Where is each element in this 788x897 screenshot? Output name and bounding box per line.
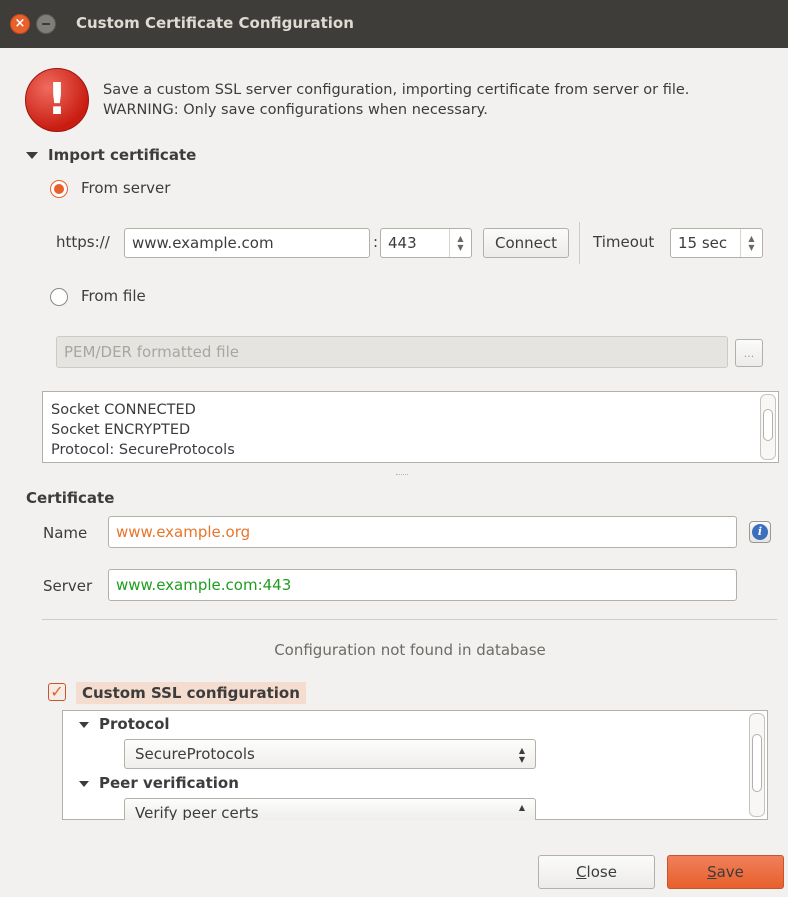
protocol-header: Protocol — [99, 715, 170, 733]
name-label: Name — [43, 524, 88, 542]
import-certificate-header: Import certificate — [48, 146, 197, 164]
window-title: Custom Certificate Configuration — [76, 14, 354, 32]
protocol-prefix: https:// — [56, 233, 110, 251]
connect-button[interactable]: Connect — [483, 228, 569, 258]
from-file-radio[interactable] — [50, 288, 68, 306]
close-button[interactable]: Close — [538, 855, 655, 889]
info-icon[interactable]: i — [749, 521, 771, 543]
close-label-rest: lose — [586, 863, 617, 881]
timeout-label: Timeout — [593, 233, 655, 251]
connection-log[interactable]: Socket CONNECTED Socket ENCRYPTED Protoc… — [42, 391, 779, 463]
save-label-rest: ave — [716, 863, 744, 881]
title-bar: × Custom Certificate Configuration — [0, 0, 788, 48]
ssl-options-tree[interactable]: Protocol SecureProtocols ▲ ▼ Peer verific… — [62, 710, 768, 820]
peer-verification-header: Peer verification — [99, 774, 239, 792]
close-mnemonic: C — [576, 863, 587, 881]
timeout-value: 15 sec — [678, 234, 728, 252]
host-input[interactable]: www.example.com — [124, 228, 370, 258]
collapse-triangle-icon — [26, 152, 38, 159]
splitter-handle[interactable] — [396, 474, 408, 477]
warning-line-1: Save a custom SSL server configuration, … — [103, 82, 690, 98]
import-certificate-toggle[interactable]: Import certificate — [26, 146, 196, 164]
from-server-radio[interactable] — [50, 180, 68, 198]
warning-line-2: WARNING: Only save configurations when n… — [103, 102, 488, 118]
certificate-header: Certificate — [26, 489, 115, 507]
server-input[interactable]: www.example.com:443 — [108, 569, 737, 601]
log-line: Socket ENCRYPTED — [51, 422, 191, 438]
tree-item-peer-verification[interactable]: Peer verification — [79, 774, 239, 792]
from-file-label: From file — [81, 287, 146, 305]
name-input[interactable]: www.example.org — [108, 516, 737, 548]
port-stepper[interactable]: ▲ ▼ — [449, 229, 471, 257]
peer-verification-value: Verify peer certs — [135, 804, 259, 820]
log-line: Protocol: SecureProtocols — [51, 442, 235, 458]
save-button[interactable]: Save — [667, 855, 784, 889]
section-divider — [42, 619, 777, 620]
server-label: Server — [43, 577, 93, 595]
select-arrows-icon: ▲ ▼ — [518, 746, 525, 764]
server-value: www.example.com:443 — [116, 576, 292, 594]
timeout-spinbox[interactable]: 15 sec ▲ ▼ — [670, 228, 763, 258]
custom-ssl-label[interactable]: Custom SSL configuration — [76, 682, 306, 704]
from-server-label: From server — [81, 179, 171, 197]
name-value: www.example.org — [116, 523, 251, 541]
timeout-stepper[interactable]: ▲ ▼ — [740, 229, 762, 257]
protocol-select[interactable]: SecureProtocols ▲ ▼ — [124, 739, 536, 769]
save-mnemonic: S — [707, 863, 717, 881]
protocol-select-value: SecureProtocols — [135, 745, 255, 763]
custom-ssl-checkbox[interactable]: ✓ — [48, 683, 66, 701]
log-scrollbar[interactable] — [760, 394, 776, 460]
warning-message: Save a custom SSL server configuration, … — [103, 80, 773, 120]
expand-triangle-icon — [79, 721, 89, 728]
log-line: Socket CONNECTED — [51, 402, 196, 418]
file-path-input[interactable]: PEM/DER formatted file — [56, 336, 728, 368]
port-value: 443 — [388, 234, 417, 252]
minimize-window-icon[interactable] — [36, 14, 56, 34]
peer-verification-select[interactable]: Verify peer certs ▲ — [124, 798, 536, 820]
browse-file-button[interactable]: ... — [735, 339, 763, 367]
tree-scrollbar[interactable] — [749, 713, 765, 817]
select-arrow-icon: ▲ — [518, 803, 525, 812]
warning-icon: ! — [25, 68, 89, 132]
toolbar-separator — [579, 222, 580, 264]
port-spinbox[interactable]: 443 ▲ ▼ — [380, 228, 472, 258]
tree-item-protocol[interactable]: Protocol — [79, 715, 170, 733]
close-window-icon[interactable]: × — [10, 14, 30, 34]
expand-triangle-icon — [79, 780, 89, 787]
file-path-placeholder: PEM/DER formatted file — [64, 343, 240, 361]
port-separator: : — [373, 233, 379, 251]
status-text: Configuration not found in database — [274, 641, 546, 659]
host-input-value: www.example.com — [132, 234, 274, 252]
